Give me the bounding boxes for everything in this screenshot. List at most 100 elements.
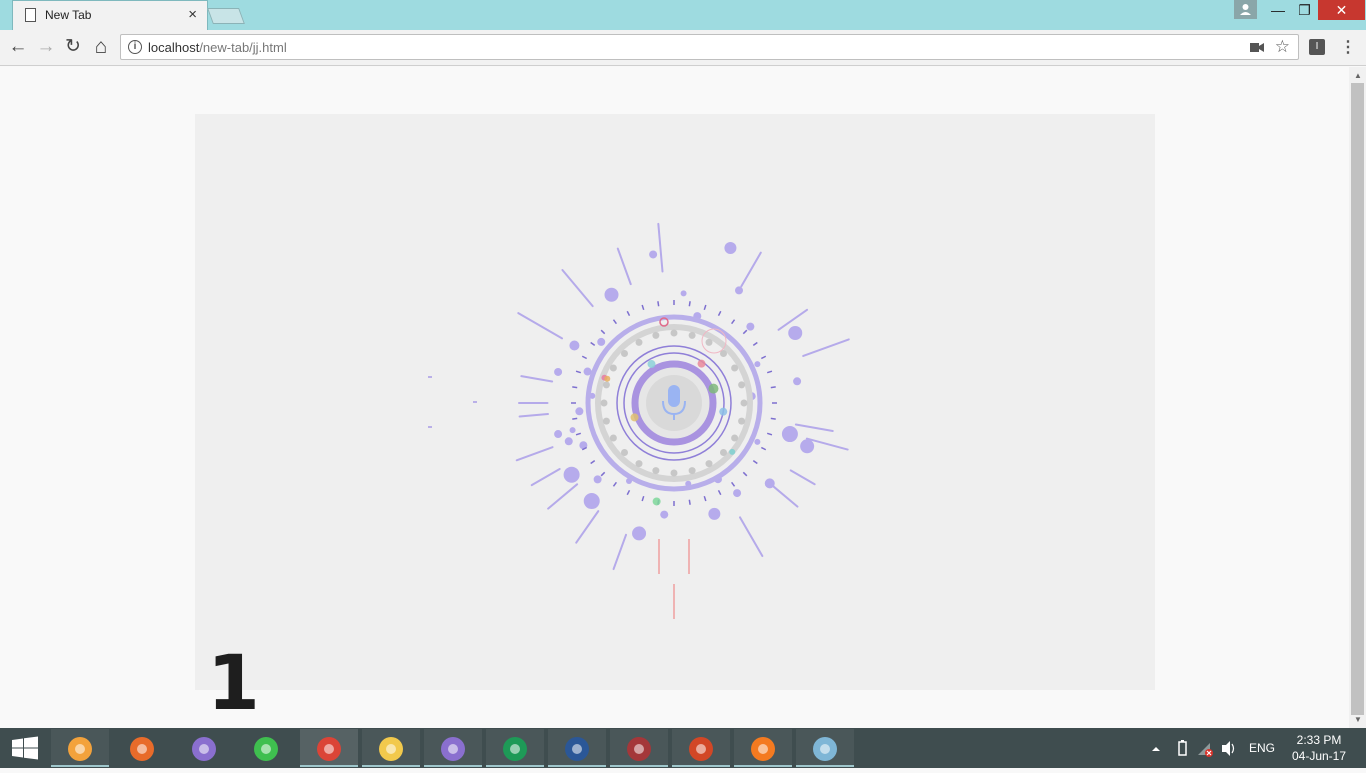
taskbar-firefox-button[interactable] xyxy=(113,729,171,767)
burst-ray xyxy=(547,483,579,510)
accent-dot xyxy=(697,359,706,368)
new-tab-button[interactable] xyxy=(207,8,245,24)
show-hidden-icons-icon[interactable] xyxy=(1150,728,1162,768)
burst-dot xyxy=(597,337,606,346)
ring-dot xyxy=(609,364,617,372)
taskbar-word-button[interactable] xyxy=(548,729,606,767)
tick-mark xyxy=(590,459,596,465)
reload-button[interactable]: ↻ xyxy=(62,36,84,58)
taskbar-xampp-button[interactable] xyxy=(734,729,792,767)
ring-dot xyxy=(602,381,610,389)
burst-dot xyxy=(569,340,580,351)
maximize-button[interactable]: ❐ xyxy=(1292,0,1317,20)
ring-dot xyxy=(738,381,746,389)
minimize-button[interactable]: — xyxy=(1264,0,1292,20)
paint-icon xyxy=(813,737,837,761)
taskbar-chrome-button[interactable] xyxy=(300,729,358,767)
windows-start-icon[interactable] xyxy=(0,728,50,768)
ring-dot xyxy=(602,417,610,425)
scrollbar[interactable]: ▲ ▼ xyxy=(1349,67,1366,728)
ring-dot xyxy=(738,417,746,425)
taskbar-paint-button[interactable] xyxy=(796,729,854,767)
back-button[interactable]: ← xyxy=(7,36,29,58)
tick-mark xyxy=(766,432,773,436)
burst-ray xyxy=(657,222,664,273)
forward-button[interactable]: → xyxy=(35,36,57,58)
ring-dot xyxy=(731,434,739,442)
ring-dot xyxy=(705,460,713,468)
burst-ray xyxy=(802,338,850,357)
tick-mark xyxy=(600,471,606,477)
burst-dot xyxy=(649,250,658,259)
scroll-up-arrow-icon[interactable]: ▲ xyxy=(1354,71,1362,80)
burst-ray xyxy=(769,483,799,508)
address-bar[interactable]: i localhost/new-tab/jj.html ☆ xyxy=(120,34,1299,60)
scroll-thumb[interactable] xyxy=(1351,83,1364,715)
ring-dot xyxy=(740,399,748,407)
taskbar-visual-studio-button[interactable] xyxy=(486,729,544,767)
voice-animation xyxy=(428,222,850,619)
camera-icon[interactable] xyxy=(1250,42,1264,53)
browser-menu-icon[interactable]: ⋮ xyxy=(1340,37,1356,57)
burst-dot xyxy=(583,493,600,510)
taskbar-whatsapp-button[interactable] xyxy=(237,729,295,767)
taskbar-media-player-button[interactable] xyxy=(51,729,109,767)
url-text[interactable]: localhost/new-tab/jj.html xyxy=(148,40,287,55)
chrome-icon xyxy=(317,737,341,761)
extension-icon[interactable]: I xyxy=(1309,39,1325,55)
network-icon[interactable] xyxy=(1196,728,1214,768)
tick-mark xyxy=(581,355,588,360)
system-clock[interactable]: 2:33 PM 04-Jun-17 xyxy=(1288,732,1350,764)
taskbar-access-button[interactable] xyxy=(610,729,668,767)
burst-dot xyxy=(733,489,742,498)
site-info-icon[interactable]: i xyxy=(128,40,142,54)
scroll-down-arrow-icon[interactable]: ▼ xyxy=(1354,715,1362,724)
burst-dot xyxy=(680,290,687,297)
tab-close-button[interactable]: × xyxy=(188,6,197,24)
profile-icon[interactable] xyxy=(1234,0,1257,19)
browser-tab[interactable]: New Tab × xyxy=(12,0,208,31)
tick-mark xyxy=(641,304,645,311)
tick-mark xyxy=(717,489,722,496)
burst-dot xyxy=(764,478,775,489)
tick-mark xyxy=(766,370,773,374)
tick-mark xyxy=(600,329,606,335)
home-button[interactable]: ⌂ xyxy=(90,36,112,58)
access-icon xyxy=(627,737,651,761)
powerpoint-icon xyxy=(689,737,713,761)
page-viewport xyxy=(0,67,1349,728)
burst-dot xyxy=(735,286,743,295)
tick-mark xyxy=(688,499,691,505)
close-window-button[interactable]: ✕ xyxy=(1318,0,1365,20)
burst-dot xyxy=(554,367,563,376)
media-player-icon xyxy=(68,737,92,761)
volume-icon[interactable] xyxy=(1220,728,1238,768)
tick-mark xyxy=(717,310,722,317)
taskbar-bittorrent-2-button[interactable] xyxy=(424,729,482,767)
burst-dot xyxy=(593,475,602,484)
tick-mark xyxy=(703,495,707,502)
taskbar: ENG 2:33 PM 04-Jun-17 xyxy=(0,728,1366,768)
tick-mark xyxy=(703,304,707,311)
language-indicator[interactable]: ENG xyxy=(1249,741,1275,757)
taskbar-file-explorer-button[interactable] xyxy=(362,729,420,767)
taskbar-powerpoint-button[interactable] xyxy=(672,729,730,767)
url-path: /new-tab/jj.html xyxy=(199,40,287,55)
tick-mark xyxy=(752,341,758,347)
tick-mark xyxy=(730,481,736,487)
tick-mark xyxy=(572,386,578,389)
ring-dot xyxy=(719,448,727,456)
ring-dot xyxy=(652,331,660,339)
overlay-number: 1 xyxy=(207,638,260,727)
taskbar-bittorrent-button[interactable] xyxy=(175,729,233,767)
ring-dot xyxy=(635,338,643,346)
ring-dot xyxy=(621,350,629,358)
ring-dot xyxy=(688,331,696,339)
burst-dot xyxy=(564,437,573,446)
accent-dot xyxy=(708,383,719,394)
bookmark-star-icon[interactable]: ☆ xyxy=(1275,37,1290,57)
battery-icon[interactable] xyxy=(1176,728,1190,768)
tick-mark xyxy=(770,417,776,420)
ring-dot xyxy=(652,467,660,475)
url-host: localhost xyxy=(148,40,200,55)
